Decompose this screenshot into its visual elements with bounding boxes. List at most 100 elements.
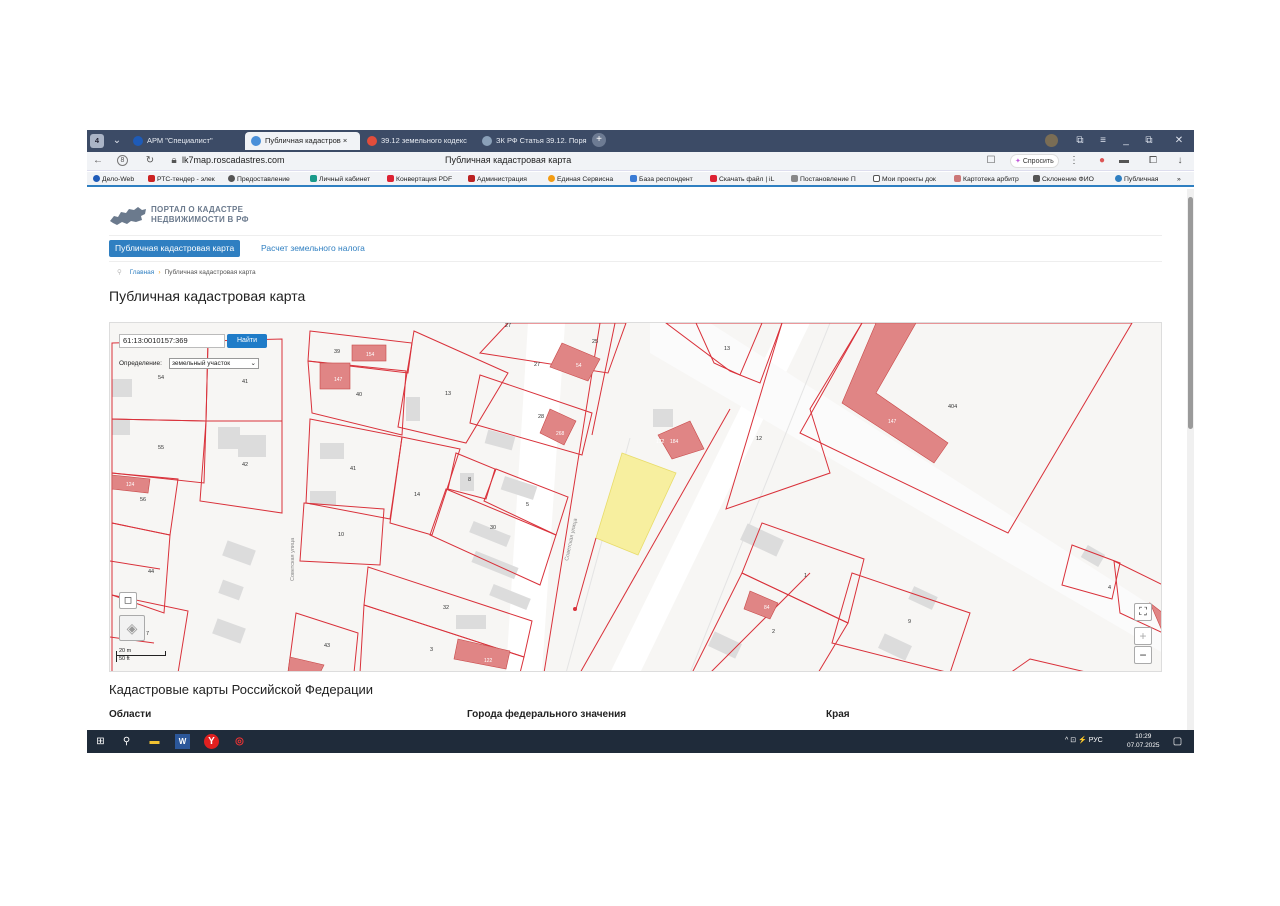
parcel-label: 27 bbox=[505, 323, 511, 329]
close-icon[interactable]: ✕ bbox=[1171, 133, 1187, 149]
zoom-in-button[interactable]: + bbox=[1134, 627, 1152, 645]
scrollbar-thumb[interactable] bbox=[1188, 197, 1193, 429]
tab-label: АРМ "Специалист" bbox=[147, 136, 213, 145]
breadcrumb-home[interactable]: Главная bbox=[130, 269, 155, 276]
find-button[interactable]: Найти bbox=[227, 334, 267, 348]
parcel-label: 43 bbox=[324, 643, 330, 649]
street-label: Советская улица bbox=[290, 537, 296, 581]
parcel-label: 14 bbox=[414, 492, 420, 498]
extension-icon[interactable]: ● bbox=[1095, 154, 1109, 168]
bookmark-label: База респондент bbox=[639, 176, 693, 183]
bookmark-item[interactable]: Скачать файл | iL bbox=[710, 174, 774, 185]
parcel-label: 1 bbox=[804, 573, 807, 579]
chevron-down-icon[interactable]: ⌄ bbox=[109, 133, 125, 149]
parcel-label: 7 bbox=[146, 631, 149, 637]
bookmark-item[interactable]: Публичная bbox=[1115, 174, 1158, 185]
tab-land-code[interactable]: 39.12 земельного кодекс bbox=[361, 132, 475, 150]
reader-icon[interactable]: ⧠ bbox=[1146, 154, 1160, 168]
bookmark-item[interactable]: База респондент bbox=[630, 174, 693, 185]
search-icon[interactable]: ⚲ bbox=[119, 734, 134, 749]
back-icon[interactable]: ← bbox=[91, 154, 105, 168]
bookmark-item[interactable]: Постановление П bbox=[791, 174, 856, 185]
tab-zk-rf[interactable]: ЗК РФ Статья 39.12. Поря bbox=[476, 132, 588, 150]
tab-count-badge[interactable]: 4 bbox=[90, 134, 104, 148]
building-label: 124 bbox=[126, 482, 135, 488]
hat-icon[interactable]: ▬ bbox=[1117, 154, 1131, 168]
bookmark-item[interactable]: Мои проекты док bbox=[873, 174, 936, 185]
parcel-label: 13 bbox=[724, 346, 730, 352]
definition-select[interactable]: земельный участок ⌄ bbox=[169, 358, 259, 369]
restore-icon[interactable]: ⧉ bbox=[1141, 133, 1157, 149]
app-icon[interactable]: ◎ bbox=[232, 734, 247, 749]
clock[interactable]: 10:29 07.07.2025 bbox=[1127, 732, 1160, 750]
shield-icon[interactable]: 8 bbox=[117, 155, 128, 166]
more-icon[interactable]: ⋮ bbox=[1067, 154, 1081, 168]
road bbox=[506, 323, 565, 671]
system-tray[interactable]: ^ ⊡ ⚡ РУС bbox=[1065, 736, 1103, 744]
layers-icon[interactable]: ◈ bbox=[119, 615, 145, 641]
bookmark-item[interactable]: Личный кабинет bbox=[310, 174, 370, 185]
new-tab-icon[interactable]: + bbox=[592, 133, 606, 147]
ask-label: Спросить bbox=[1022, 158, 1054, 165]
column-heading-territories: Края bbox=[826, 709, 850, 720]
bookmark-item[interactable]: Конвертация PDF bbox=[387, 174, 452, 185]
parcel-label: 2 bbox=[772, 629, 775, 635]
parcel-label: 8 bbox=[468, 477, 471, 483]
bookmark-item[interactable]: Склонение ФИО bbox=[1033, 174, 1094, 185]
cadastral-number-input[interactable]: 61:13:0010157:369 bbox=[119, 334, 225, 348]
yandex-browser-icon[interactable]: Y bbox=[204, 734, 219, 749]
tab-arm[interactable]: АРМ "Специалист" bbox=[127, 132, 245, 150]
bookmark-label: Предоставление bbox=[237, 176, 290, 183]
page-title: Публичная кадастровая карта bbox=[109, 288, 306, 304]
tab-land-tax-calc[interactable]: Расчет земельного налога bbox=[261, 240, 365, 257]
parcel-label: 5 bbox=[526, 502, 529, 508]
parcel-label: 32 bbox=[443, 605, 449, 611]
fullscreen-icon[interactable]: ⛶ bbox=[1134, 603, 1152, 621]
parcel-label: 27 bbox=[534, 362, 540, 368]
parcel-label: 13 bbox=[445, 391, 451, 397]
bookmarks-icon[interactable]: ⧉ bbox=[1072, 133, 1088, 149]
tab-cadastral-map[interactable]: Публичная кадастров × bbox=[245, 132, 360, 150]
bookmark-item[interactable]: Администрация bbox=[468, 174, 527, 185]
cadastral-map[interactable]: 54 41 55 42 56 44 7 39 40 13 41 14 10 8 … bbox=[109, 322, 1162, 672]
map-canvas[interactable]: 54 41 55 42 56 44 7 39 40 13 41 14 10 8 … bbox=[110, 323, 1162, 672]
bookmark-item[interactable]: Предоставление bbox=[228, 174, 290, 185]
download-icon[interactable]: ↓ bbox=[1173, 154, 1187, 168]
arm-icon bbox=[133, 136, 143, 146]
bookmark-item[interactable]: Картотека арбитр bbox=[954, 174, 1019, 185]
minimize-icon[interactable]: _ bbox=[1118, 133, 1134, 149]
reload-icon[interactable]: ↻ bbox=[143, 154, 157, 168]
language-indicator[interactable]: РУС bbox=[1089, 737, 1103, 744]
windows-start-icon[interactable]: ⊞ bbox=[93, 734, 108, 749]
selected-parcel[interactable] bbox=[595, 452, 677, 556]
word-icon[interactable]: W bbox=[175, 734, 190, 749]
menu-icon[interactable]: ≡ bbox=[1095, 133, 1111, 149]
notifications-icon[interactable]: ▢ bbox=[1170, 734, 1185, 749]
definition-label: Определение: bbox=[119, 360, 162, 367]
ask-button[interactable]: ✦ Спросить bbox=[1010, 154, 1059, 168]
parcel-label: 41 bbox=[350, 466, 356, 472]
zoom-out-button[interactable]: − bbox=[1134, 646, 1152, 664]
file-explorer-icon[interactable]: ▬ bbox=[147, 734, 162, 749]
bookmark-icon[interactable]: ☐ bbox=[984, 154, 998, 168]
breadcrumb-current: Публичная кадастровая карта bbox=[164, 269, 256, 276]
tab-public-cadastral-map[interactable]: Публичная кадастровая карта bbox=[109, 240, 241, 257]
page-title-display: Публичная кадастровая карта bbox=[445, 155, 572, 165]
bookmark-item[interactable]: РТС-тендер - элек bbox=[148, 174, 215, 185]
url-field[interactable]: lk7map.roscadastres.com bbox=[182, 155, 285, 165]
profile-avatar[interactable] bbox=[1045, 134, 1058, 147]
taskbar: ⊞ ⚲ ▬ W Y ◎ ^ ⊡ ⚡ РУС 10:29 07.07.2025 ▢ bbox=[87, 730, 1194, 753]
parcel-label: 9 bbox=[908, 619, 911, 625]
lock-icon[interactable]: 🔒︎ bbox=[167, 154, 181, 168]
chevron-right-icon[interactable]: » bbox=[1177, 174, 1181, 185]
square-tool-icon[interactable]: ◻ bbox=[119, 592, 137, 609]
section-heading: Кадастровые карты Российской Федерации bbox=[109, 682, 374, 697]
building-label: 147 bbox=[888, 419, 897, 425]
bookmark-item[interactable]: Дело-Web bbox=[93, 174, 134, 185]
bookmark-item[interactable]: Единая Сервисна bbox=[548, 174, 613, 185]
definition-value: земельный участок bbox=[172, 360, 231, 367]
scrollbar[interactable] bbox=[1187, 189, 1194, 730]
document-icon bbox=[367, 136, 377, 146]
parcel-label: 404 bbox=[948, 404, 957, 410]
globe-icon bbox=[482, 136, 492, 146]
